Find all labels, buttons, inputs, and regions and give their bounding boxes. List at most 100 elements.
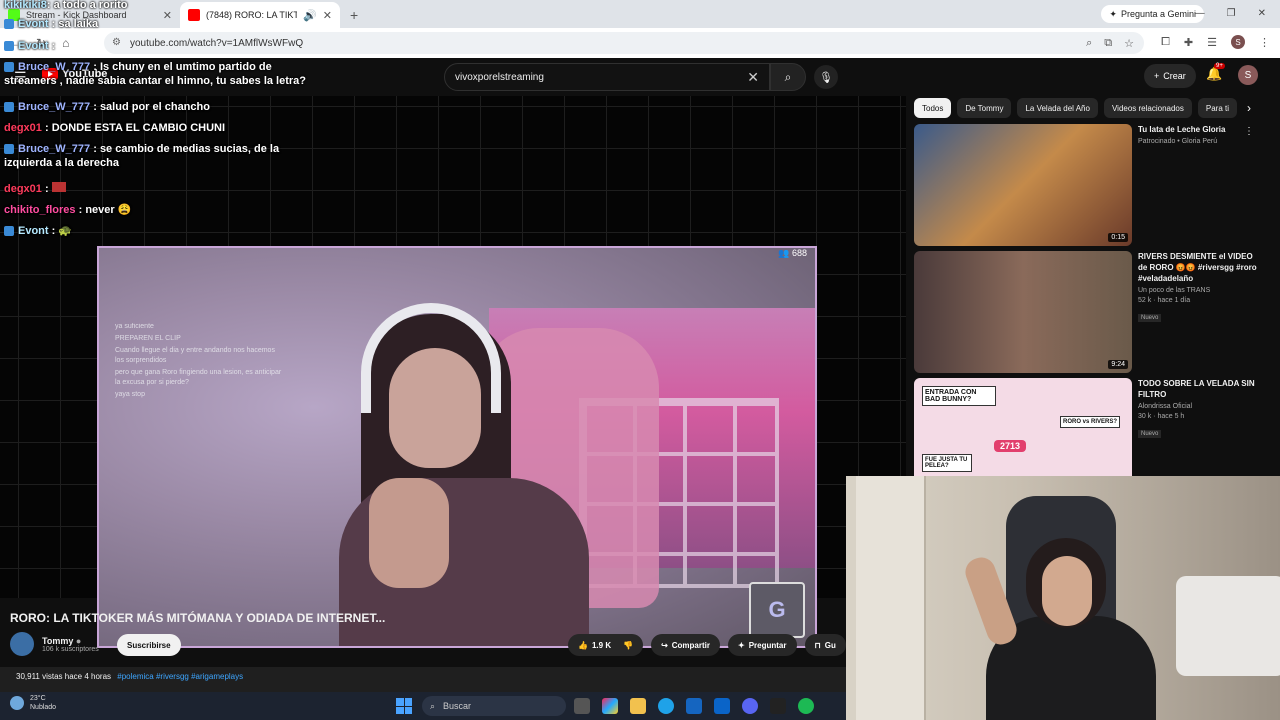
description-box[interactable]: 30,911 vistas hace 4 horas #polemica #ri… (0, 667, 846, 693)
channel-name[interactable]: Tommy ● (42, 636, 99, 646)
spotify-icon[interactable] (798, 698, 814, 714)
share-button[interactable]: ↪ Compartir (651, 634, 720, 656)
rec-channel: Un poco de las TRANS (1138, 287, 1211, 294)
notifications-button[interactable]: 🔔 9+ (1206, 63, 1225, 82)
badge-icon (4, 41, 14, 52)
emote-icon (51, 182, 66, 192)
logitech-g-logo: G (749, 582, 805, 638)
thumb-text: ENTRADA CON BAD BUNNY? (922, 386, 996, 406)
subscriber-count: 106 k suscriptores (42, 645, 99, 653)
plus-icon: + (1154, 71, 1160, 81)
extension-icon[interactable]: ⧠ (1161, 36, 1170, 49)
view-count: 30,911 vistas (16, 672, 63, 681)
bookmark-icon: ⊓ (814, 640, 821, 650)
verified-icon: ● (75, 635, 82, 646)
recommended-video[interactable]: 9:24 RIVERS DESMIENTE el VIDEO de RORO 😡… (914, 251, 1264, 373)
microphone-icon: 🎙 (819, 71, 833, 84)
restore-icon[interactable]: ❐ (1227, 8, 1236, 19)
chat-line: kikikiki8: a todo a rorito (4, 0, 128, 11)
install-icon[interactable]: ⧉ (1104, 37, 1112, 50)
rec-meta: 52 k · hace 1 día (1138, 297, 1191, 304)
like-button[interactable]: 👍 1.9 K 👎 (568, 634, 644, 656)
video-thumbnail[interactable]: 0:15 (914, 124, 1132, 246)
door (856, 476, 926, 720)
search-input[interactable]: vivoxporelstreaming ✕ (444, 63, 770, 91)
minimize-icon[interactable]: — (1195, 8, 1205, 19)
chat-line: chikito_flores : never 😩 (4, 204, 132, 216)
recommended-video[interactable]: 0:15 Tu lata de Leche Gloria Patrocinado… (914, 124, 1264, 246)
channel-info[interactable]: Tommy ● 106 k suscriptores (10, 632, 99, 656)
notification-badge: 9+ (1214, 63, 1225, 69)
weather-condition: Nublado (30, 704, 57, 711)
chip-related[interactable]: Videos relacionados (1103, 98, 1192, 118)
chat-line: Evont : sa laika (4, 17, 98, 31)
channel-avatar[interactable] (10, 632, 34, 656)
gemini-label: Pregunta a Gemini (1120, 9, 1196, 19)
overlay-chat-line: ya suficiente (115, 323, 154, 330)
subscribe-button[interactable]: Suscribirse (117, 634, 181, 656)
store-icon[interactable] (686, 698, 702, 714)
more-options-icon[interactable]: ⋮ (1244, 126, 1254, 137)
weather-widget[interactable]: 23°C Nublado (10, 694, 56, 712)
video-thumbnail[interactable]: 9:24 (914, 251, 1132, 373)
close-window-icon[interactable]: ✕ (1258, 8, 1266, 19)
rec-title[interactable]: RIVERS DESMIENTE el VIDEO de RORO 😡😡 #ri… (1138, 251, 1264, 284)
clear-icon[interactable]: ✕ (747, 69, 759, 86)
cloud-icon (10, 696, 24, 710)
duration: 0:15 (1108, 233, 1128, 242)
puzzle-icon[interactable]: ✚ (1184, 36, 1193, 49)
save-button[interactable]: ⊓ Gu (804, 634, 846, 656)
obs-icon[interactable] (770, 698, 786, 714)
profile-avatar[interactable]: S (1231, 35, 1245, 49)
overlay-chat: ya suficiente PREPAREN EL CLIP Cuando ll… (115, 322, 285, 402)
rec-channel: Alondrissa Oficial (1138, 403, 1193, 410)
chat-line: degx01 : DONDE ESTA EL CAMBIO CHUNI (4, 122, 226, 134)
badge-icon (4, 226, 14, 237)
new-tab-icon[interactable]: + (350, 2, 358, 28)
menu-icon[interactable]: ⋮ (1259, 36, 1270, 49)
reading-list-icon[interactable]: ☰ (1207, 36, 1217, 49)
publish-time: hace 4 horas (64, 672, 112, 681)
gemini-button[interactable]: ✦ Pregunta a Gemini (1101, 5, 1204, 23)
streamer-face (1042, 556, 1092, 626)
account-avatar[interactable]: S (1238, 65, 1258, 85)
rec-channel: Patrocinado • Gloria Perú (1138, 138, 1218, 145)
window-controls: — ❐ ✕ (1195, 0, 1280, 26)
badge-icon (4, 19, 14, 30)
chip-for-you[interactable]: Para ti (1197, 98, 1237, 118)
file-explorer-icon[interactable] (630, 698, 646, 714)
ask-button[interactable]: ✦ Preguntar (728, 634, 797, 656)
search-button[interactable]: ⌕ (770, 63, 806, 91)
chip-all[interactable]: Todos (914, 98, 952, 118)
kick-chat-overlay: kikikiki8: a todo a rorito Evont : sa la… (0, 0, 330, 240)
thumbs-up-icon: 👍 (578, 640, 588, 650)
new-badge: Nuevo (1138, 430, 1162, 438)
hashtags[interactable]: #polemica #riversgg #arigameplays (117, 672, 243, 681)
chevron-right-icon[interactable]: › (1247, 101, 1251, 115)
discord-icon[interactable] (742, 698, 758, 714)
voice-search-button[interactable]: 🎙 (814, 65, 838, 89)
create-button[interactable]: + Crear (1144, 64, 1196, 88)
taskbar-search[interactable]: ⌕ Buscar (422, 696, 566, 716)
search-icon: ⌕ (784, 69, 792, 84)
browser-toolbar: ⧠ ✚ ☰ S ⋮ (1161, 35, 1270, 49)
edge-icon[interactable] (658, 698, 674, 714)
chip-from-channel[interactable]: De Tommy (957, 98, 1012, 118)
filter-chips: Todos De Tommy La Velada del Año Videos … (914, 98, 1251, 118)
outlook-icon[interactable] (714, 698, 730, 714)
copilot-icon[interactable] (602, 698, 618, 714)
dislike-icon[interactable]: 👎 (623, 641, 633, 650)
badge-icon (4, 62, 14, 73)
rec-title[interactable]: TODO SOBRE LA VELADA SIN FILTRO (1138, 378, 1264, 400)
chip-velada[interactable]: La Velada del Año (1017, 98, 1098, 118)
badge-icon (4, 144, 14, 155)
zoom-icon[interactable]: ⌕ (1086, 37, 1092, 50)
viewer-count: 👥 688 (778, 248, 807, 258)
bookmark-star-icon[interactable]: ☆ (1124, 37, 1134, 50)
new-badge: Nuevo (1138, 314, 1162, 322)
search-icon: ⌕ (430, 700, 436, 711)
overlay-chat-line: Cuando llegue el dia y entre andando nos… (115, 347, 275, 364)
task-view-icon[interactable] (574, 698, 590, 714)
windows-start-icon[interactable] (396, 698, 412, 714)
taskbar-apps (574, 698, 814, 714)
